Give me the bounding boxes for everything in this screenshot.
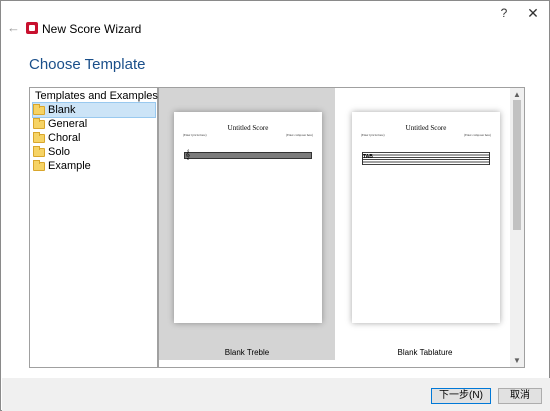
template-category-tree: Templates and Examples Blank General Cho…: [29, 87, 158, 368]
folder-icon: [33, 103, 45, 115]
template-preview-page: Untitled Score (Enter lyricist here) (En…: [352, 112, 500, 323]
score-lyricist: (Enter lyricist here): [361, 133, 385, 137]
tree-item-label: Example: [48, 160, 91, 172]
tree-item-general[interactable]: General: [33, 117, 155, 131]
tree-item-label: Blank: [48, 104, 76, 116]
score-lyricist: (Enter lyricist here): [183, 133, 207, 137]
folder-icon: [33, 145, 45, 157]
template-gallery: Untitled Score (Enter lyricist here) (En…: [158, 87, 525, 368]
wizard-footer: 下一步(N) 取消: [2, 378, 550, 411]
treble-clef-icon: 𝄞: [185, 150, 191, 160]
tab-clef-icon: TAB: [363, 154, 373, 160]
folder-icon: [33, 131, 45, 143]
help-button[interactable]: ?: [497, 6, 511, 20]
scroll-thumb[interactable]: [513, 100, 521, 230]
new-score-wizard-window: ? ✕ ← New Score Wizard Choose Template T…: [0, 0, 550, 411]
score-title: Untitled Score: [405, 124, 447, 132]
tablature-staff: [362, 152, 490, 165]
template-name: Blank Treble: [224, 348, 270, 357]
tree-item-example[interactable]: Example: [33, 159, 155, 173]
app-logo-icon: [26, 22, 38, 34]
tree-item-blank[interactable]: Blank: [32, 102, 156, 118]
folder-icon: [33, 117, 45, 129]
score-composer: (Enter composer here): [464, 133, 491, 137]
template-tile-blank-tablature[interactable]: Untitled Score (Enter lyricist here) (En…: [337, 88, 513, 360]
template-name: Blank Tablature: [397, 348, 453, 357]
tree-item-label: Solo: [48, 146, 71, 158]
tree-item-label: General: [48, 118, 88, 130]
treble-staff: [184, 152, 312, 159]
template-preview-page: Untitled Score (Enter lyricist here) (En…: [174, 112, 322, 323]
close-button[interactable]: ✕: [526, 6, 540, 20]
cancel-button[interactable]: 取消: [498, 388, 542, 404]
scroll-up-arrow-icon[interactable]: ▲: [510, 90, 524, 100]
next-button[interactable]: 下一步(N): [431, 388, 491, 404]
wizard-title: New Score Wizard: [42, 22, 142, 36]
scroll-down-arrow-icon[interactable]: ▼: [510, 356, 524, 366]
page-title: Choose Template: [29, 56, 146, 73]
back-arrow-icon[interactable]: ←: [7, 21, 21, 35]
tree-header: Templates and Examples: [35, 90, 158, 102]
tree-item-solo[interactable]: Solo: [33, 145, 155, 159]
folder-icon: [33, 159, 45, 171]
tree-item-label: Choral: [48, 132, 81, 144]
score-composer: (Enter composer here): [286, 133, 313, 137]
template-tile-blank-treble[interactable]: Untitled Score (Enter lyricist here) (En…: [159, 88, 335, 360]
tree-item-choral[interactable]: Choral: [33, 131, 155, 145]
gallery-scrollbar[interactable]: ▲ ▼: [510, 88, 524, 367]
score-title: Untitled Score: [227, 124, 269, 132]
